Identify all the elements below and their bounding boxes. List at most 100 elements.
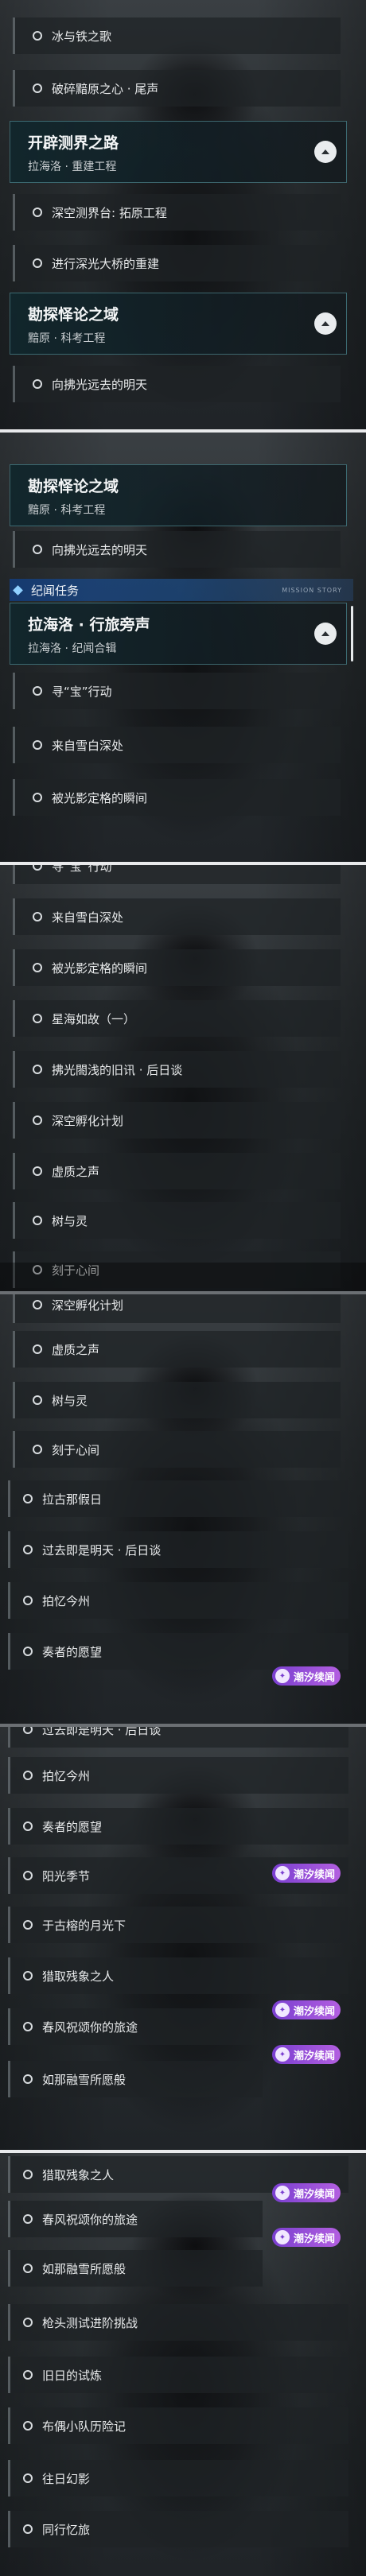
tidal-story-badge: ✦ 潮汐续闻: [272, 1864, 341, 1883]
quest-row[interactable]: 拉古那假日: [8, 1480, 348, 1517]
quest-label: 阳光季节: [42, 1868, 91, 1884]
quest-label: 向拂光远去的明天: [52, 377, 148, 392]
quest-label: 破碎黯原之心 · 尾声: [52, 81, 159, 96]
quest-label: 拍忆今州: [42, 1768, 91, 1783]
quest-row[interactable]: 虚质之声: [13, 1331, 341, 1368]
quest-row[interactable]: 来自雪白深处: [13, 727, 341, 763]
tidal-story-badge: ✦ 潮汐续闻: [272, 2045, 341, 2064]
quest-group-header[interactable]: 拉海洛 · 行旅旁声 拉海洛 · 纪闻合辑: [10, 603, 347, 665]
screenshot-5: 过去即是明天 · 后日谈 拍忆今州 奏者的愿望 阳光季节 ✦ 潮汐续闻 于古榕的月…: [0, 1727, 366, 2150]
circle-icon: [23, 1727, 33, 1734]
feather-icon: ✦: [275, 2047, 290, 2062]
quest-label: 虚质之声: [52, 1342, 100, 1357]
circle-icon: [33, 379, 42, 389]
circle-icon: [33, 686, 42, 696]
group-title: 勘探怿论之域: [28, 478, 119, 495]
quest-row[interactable]: 向拂光远去的明天: [13, 531, 341, 568]
quest-row[interactable]: 于古榕的月光下: [8, 1907, 348, 1943]
screenshot-3: 寻“宝”行动 来自雪白深处 被光影定格的瞬间 星海如故（一） 拂光閤浅的旧讯 ·…: [0, 865, 366, 1291]
bottom-fade: [0, 1263, 366, 1291]
quest-group-header[interactable]: 开辟测界之路 拉海洛 · 重建工程: [10, 121, 347, 183]
badge-label: 潮汐续闻: [294, 1671, 336, 1684]
quest-row[interactable]: 猎取残象之人: [8, 1957, 348, 1994]
circle-icon: [33, 83, 42, 93]
circle-icon: [33, 31, 42, 41]
quest-row[interactable]: 树与灵: [13, 1202, 341, 1239]
quest-label: 同行忆旅: [42, 2522, 91, 2537]
quest-row[interactable]: 星海如故（一）: [13, 1000, 341, 1037]
quest-row[interactable]: 拂光閤浅的旧讯 · 后日谈: [13, 1051, 341, 1088]
quest-row[interactable]: 破碎黯原之心 · 尾声: [13, 70, 341, 107]
feather-icon: ✦: [275, 1669, 290, 1683]
quest-row[interactable]: 同行忆旅: [8, 2511, 348, 2547]
circle-icon: [23, 1821, 33, 1831]
quest-row[interactable]: 冰与铁之歌: [13, 17, 341, 54]
quest-row[interactable]: 树与灵: [13, 1382, 341, 1418]
circle-icon: [33, 1300, 42, 1309]
quest-row[interactable]: 深空孵化计划: [13, 1294, 341, 1323]
section-title: 纪闻任务: [31, 583, 80, 598]
circle-icon: [33, 1166, 42, 1176]
quest-row[interactable]: 枪头测试进阶挑战: [8, 2304, 348, 2341]
collapse-icon[interactable]: [314, 623, 337, 645]
circle-icon: [23, 1971, 33, 1980]
badge-label: 潮汐续闻: [294, 2005, 336, 2018]
quest-label: 拍忆今州: [42, 1593, 91, 1608]
feather-icon: ✦: [275, 2230, 290, 2244]
circle-icon: [23, 1871, 33, 1880]
circle-icon: [23, 2264, 33, 2273]
quest-row[interactable]: 拍忆今州: [8, 1582, 348, 1619]
quest-row[interactable]: 刻于心间: [13, 1431, 341, 1468]
diamond-icon: [13, 584, 23, 596]
circle-icon: [23, 1647, 33, 1656]
badge-label: 潮汐续闻: [294, 2233, 336, 2245]
quest-label: 被光影定格的瞬间: [52, 960, 148, 976]
quest-row[interactable]: 被光影定格的瞬间: [13, 949, 341, 986]
quest-group-header[interactable]: 勘探怿论之域 黯原 · 科考工程: [10, 293, 347, 355]
collapse-icon[interactable]: [314, 312, 337, 335]
quest-row[interactable]: 旧日的试炼: [8, 2357, 348, 2393]
quest-row[interactable]: 虚质之声: [13, 1153, 341, 1189]
feather-icon: ✦: [275, 2186, 290, 2200]
quest-row[interactable]: 向拂光远去的明天: [13, 366, 341, 402]
scrollbar-thumb[interactable]: [351, 606, 353, 661]
badge-label: 潮汐续闻: [294, 2188, 336, 2201]
quest-label: 拉古那假日: [42, 1492, 103, 1507]
quest-row[interactable]: 过去即是明天 · 后日谈: [8, 1531, 348, 1568]
circle-icon: [23, 2074, 33, 2084]
quest-row[interactable]: 寻“宝”行动: [13, 673, 341, 709]
group-title: 勘探怿论之域: [28, 306, 119, 324]
quest-label: 如那融雪所愿般: [42, 2072, 127, 2087]
feather-icon: ✦: [275, 2003, 290, 2017]
quest-row[interactable]: 拍忆今州: [8, 1757, 348, 1794]
screenshot-2: 勘探怿论之域 黯原 · 科考工程 向拂光远去的明天 纪闻任务 MISSION S…: [0, 433, 366, 862]
group-subtitle: 拉海洛 · 纪闻合辑: [28, 642, 117, 655]
quest-label: 向拂光远去的明天: [52, 542, 148, 557]
quest-row[interactable]: 来自雪白深处: [13, 898, 341, 935]
quest-row[interactable]: 春风祝颂你的旅途: [8, 2201, 263, 2237]
quest-row[interactable]: 春风祝颂你的旅途: [8, 2008, 263, 2045]
quest-group-header[interactable]: 勘探怿论之域 黯原 · 科考工程: [10, 464, 347, 526]
quest-row[interactable]: 寻“宝”行动: [13, 865, 341, 884]
quest-row[interactable]: 奏者的愿望: [8, 1808, 348, 1845]
circle-icon: [23, 1596, 33, 1605]
quest-row[interactable]: 深空测界台: 拓原工程: [13, 194, 341, 231]
circle-icon: [23, 2524, 33, 2534]
circle-icon: [23, 2214, 33, 2224]
quest-label: 奏者的愿望: [42, 1644, 103, 1659]
collapse-icon[interactable]: [314, 141, 337, 163]
quest-row[interactable]: 如那融雪所愿般: [8, 2061, 263, 2097]
quest-row[interactable]: 被光影定格的瞬间: [13, 779, 341, 816]
screenshot-4: 深空孵化计划 虚质之声 树与灵 刻于心间 拉古那假日 过去即是明天 · 后日谈 …: [0, 1294, 366, 1724]
quest-row[interactable]: 布偶小队历险记: [8, 2407, 348, 2444]
quest-row[interactable]: 深空孵化计划: [13, 1102, 341, 1139]
tidal-story-badge: ✦ 潮汐续闻: [272, 2000, 341, 2019]
quest-row[interactable]: 如那融雪所愿般: [8, 2250, 263, 2287]
quest-row[interactable]: 过去即是明天 · 后日谈: [8, 1727, 348, 1748]
quest-row[interactable]: 进行深光大桥的重建: [13, 245, 341, 281]
quest-row[interactable]: 往日幻影: [8, 2460, 348, 2496]
quest-label: 来自雪白深处: [52, 738, 124, 753]
quest-label: 星海如故（一）: [52, 1011, 136, 1026]
quest-label: 布偶小队历险记: [42, 2419, 127, 2434]
quest-row[interactable]: 奏者的愿望: [8, 1633, 348, 1670]
